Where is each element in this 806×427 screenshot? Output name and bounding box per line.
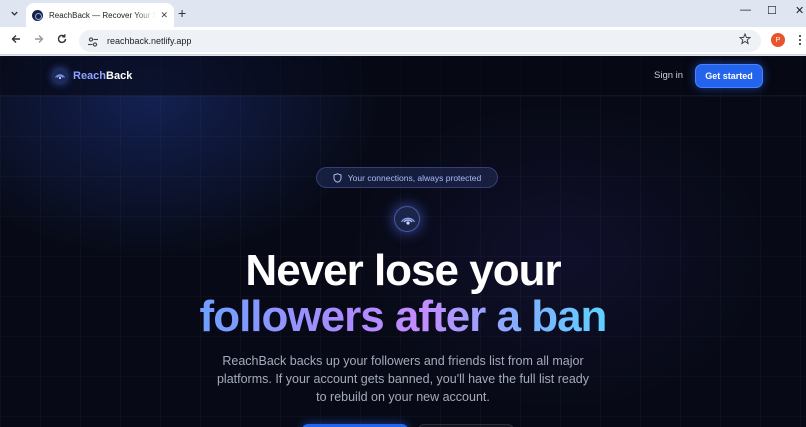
brand-name-part2: Back	[106, 70, 133, 82]
hero-headline-line2: followers after a ban	[0, 292, 806, 342]
reload-icon	[57, 34, 67, 44]
get-started-button[interactable]: Get started	[695, 64, 763, 88]
tab-search-button[interactable]	[5, 5, 23, 22]
page-viewport: ReachBack Sign in Get started Your conne…	[0, 56, 806, 427]
forward-button[interactable]	[33, 33, 45, 48]
hero-signal-icon	[394, 206, 420, 232]
brand-name: ReachBack	[73, 70, 132, 82]
url-text: reachback.netlify.app	[107, 36, 192, 46]
new-tab-button[interactable]: +	[178, 5, 186, 21]
brand-name-part1: Reach	[73, 70, 107, 82]
kebab-icon[interactable]	[798, 34, 802, 50]
hero-headline-line1: Never lose your	[245, 246, 561, 295]
tune-icon[interactable]	[87, 35, 99, 47]
tab-close-icon[interactable]: ✕	[160, 10, 168, 21]
chevron-down-icon	[10, 11, 18, 16]
brand-logo-link[interactable]: ReachBack	[52, 68, 132, 84]
site-navbar: ReachBack Sign in Get started	[0, 56, 806, 96]
browser-tab-strip: ReachBack — Recover Your Social Connecti…	[0, 0, 806, 27]
hero-headline-gradient-text: followers after a ban	[199, 292, 608, 341]
site-favicon-icon	[32, 9, 43, 21]
maximize-button[interactable]: ☐	[767, 4, 777, 17]
protection-badge: Your connections, always protected	[316, 167, 498, 188]
signal-icon	[52, 68, 68, 84]
reload-button[interactable]	[56, 33, 68, 48]
browser-tab[interactable]: ReachBack — Recover Your Social Connecti…	[26, 3, 174, 27]
badge-text: Your connections, always protected	[347, 172, 482, 183]
bookmark-star-icon[interactable]	[738, 32, 752, 48]
hero-subtitle: ReachBack backs up your followers and fr…	[216, 354, 590, 404]
back-button[interactable]	[10, 33, 22, 48]
tab-title: ReachBack — Recover Your Social Connecti…	[49, 10, 157, 20]
arrow-left-icon	[11, 35, 20, 43]
minimize-button[interactable]: —	[740, 4, 751, 16]
profile-avatar[interactable]: P	[771, 33, 785, 47]
shield-icon	[333, 172, 342, 183]
browser-toolbar: reachback.netlify.app	[0, 27, 806, 55]
close-window-button[interactable]: ✕	[795, 4, 804, 17]
arrow-right-icon	[35, 35, 44, 43]
sign-in-link[interactable]: Sign in	[654, 70, 683, 81]
address-bar[interactable]: reachback.netlify.app	[79, 30, 761, 52]
